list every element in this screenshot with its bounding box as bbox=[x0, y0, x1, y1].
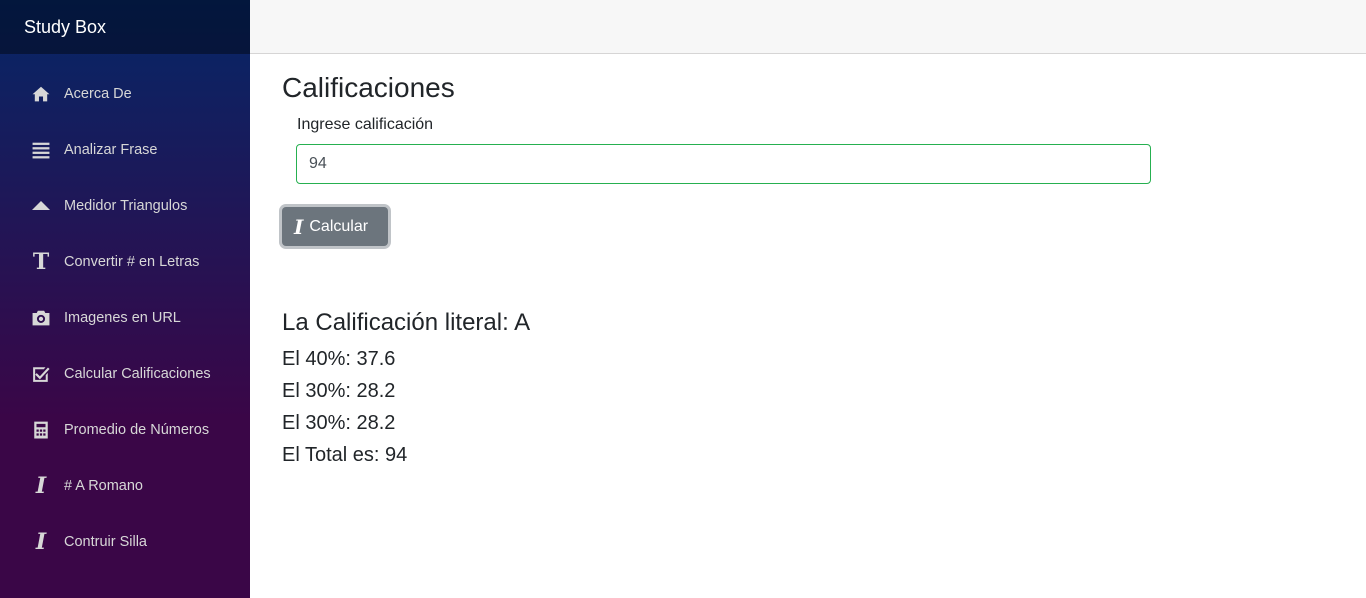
sidebar-nav: Acerca De Analizar Frase Medidor Triangu… bbox=[0, 54, 250, 570]
grade-label: Ingrese calificación bbox=[297, 116, 434, 133]
sidebar-item-label: Medidor Triangulos bbox=[64, 198, 188, 214]
main-content: Calificaciones Ingrese calificación I Ca… bbox=[282, 54, 1366, 598]
calculate-button[interactable]: I Calcular bbox=[282, 207, 388, 246]
italic-icon: I bbox=[294, 214, 304, 239]
italic-icon: I bbox=[35, 529, 47, 555]
calculate-button-label: Calcular bbox=[309, 217, 369, 235]
sidebar: Study Box Acerca De Analizar Frase Medid… bbox=[0, 0, 250, 598]
triangle-up-icon bbox=[30, 195, 52, 217]
sidebar-item-analizar-frase[interactable]: Analizar Frase bbox=[0, 122, 250, 178]
sidebar-item-label: Convertir # en Letras bbox=[64, 254, 200, 270]
result-line: El 30%: 28.2 bbox=[282, 380, 396, 402]
calculator-icon bbox=[30, 419, 52, 441]
sidebar-item-contruir-silla[interactable]: I Contruir Silla bbox=[0, 514, 250, 570]
home-icon bbox=[30, 83, 52, 105]
sidebar-item-label: Acerca De bbox=[64, 86, 132, 102]
text-icon: T bbox=[32, 249, 50, 275]
check-box-icon bbox=[30, 363, 52, 385]
top-bar bbox=[250, 0, 1366, 54]
sidebar-item-label: # A Romano bbox=[64, 478, 143, 494]
results: La Calificación literal: A El 40%: 37.6 … bbox=[282, 309, 530, 471]
result-line: El 40%: 37.6 bbox=[282, 348, 396, 370]
sidebar-item-convertir-letras[interactable]: T Convertir # en Letras bbox=[0, 234, 250, 290]
sidebar-item-a-romano[interactable]: I # A Romano bbox=[0, 458, 250, 514]
page-title: Calificaciones bbox=[282, 72, 455, 103]
list-icon bbox=[30, 139, 52, 161]
sidebar-item-label: Promedio de Números bbox=[64, 422, 210, 438]
sidebar-item-label: Analizar Frase bbox=[64, 142, 158, 158]
result-total: El Total es: 94 bbox=[282, 444, 408, 466]
camera-icon bbox=[30, 307, 52, 329]
result-literal: La Calificación literal: A bbox=[282, 309, 531, 336]
sidebar-item-acerca-de[interactable]: Acerca De bbox=[0, 66, 250, 122]
sidebar-item-calcular-calificaciones[interactable]: Calcular Calificaciones bbox=[0, 346, 250, 402]
sidebar-item-imagenes-url[interactable]: Imagenes en URL bbox=[0, 290, 250, 346]
result-line: El 30%: 28.2 bbox=[282, 412, 396, 434]
sidebar-item-promedio-numeros[interactable]: Promedio de Números bbox=[0, 402, 250, 458]
sidebar-item-medidor-triangulos[interactable]: Medidor Triangulos bbox=[0, 178, 250, 234]
sidebar-item-label: Contruir Silla bbox=[64, 534, 147, 550]
app-root: Study Box Acerca De Analizar Frase Medid… bbox=[0, 0, 1366, 598]
sidebar-item-label: Imagenes en URL bbox=[64, 310, 181, 326]
grade-input[interactable] bbox=[296, 144, 1151, 184]
italic-icon: I bbox=[35, 473, 47, 499]
brand-title[interactable]: Study Box bbox=[0, 0, 250, 54]
sidebar-item-label: Calcular Calificaciones bbox=[64, 366, 211, 382]
